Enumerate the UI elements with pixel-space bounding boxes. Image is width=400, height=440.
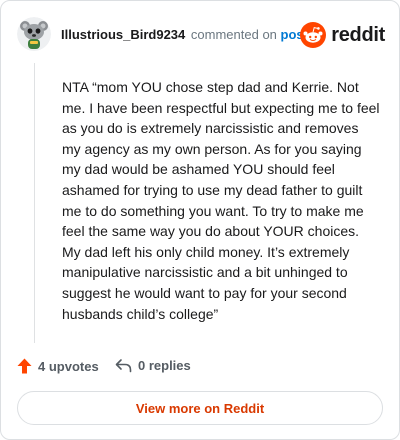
avatar[interactable]: [17, 17, 51, 51]
reddit-logo[interactable]: reddit: [300, 21, 385, 49]
comment-meta: Illustrious_Bird9234 commented on post: [61, 27, 308, 42]
username-link[interactable]: Illustrious_Bird9234: [61, 27, 185, 42]
comment-embed-card: Illustrious_Bird9234 commented on post r…: [0, 0, 400, 440]
snoo-avatar-icon: [17, 17, 51, 51]
reddit-logo-text: reddit: [331, 23, 385, 46]
comment-body: NTA “mom YOU chose step dad and Kerrie. …: [62, 79, 380, 322]
replies[interactable]: 0 replies: [115, 358, 191, 373]
reply-arrow-icon: [115, 359, 132, 373]
upvote-count: 4 upvotes: [38, 358, 99, 374]
action-text: commented on: [190, 27, 277, 42]
reply-count: 0 replies: [138, 358, 191, 373]
upvote-arrow-icon: [17, 358, 32, 374]
reddit-logo-icon: [300, 22, 327, 48]
comment-header: Illustrious_Bird9234 commented on post r…: [17, 17, 385, 53]
view-more-button[interactable]: View more on Reddit: [17, 391, 383, 425]
upvotes[interactable]: 4 upvotes: [17, 358, 99, 374]
comment-footer: 4 upvotes 0 replies: [17, 358, 377, 380]
thread-line: [34, 63, 35, 343]
